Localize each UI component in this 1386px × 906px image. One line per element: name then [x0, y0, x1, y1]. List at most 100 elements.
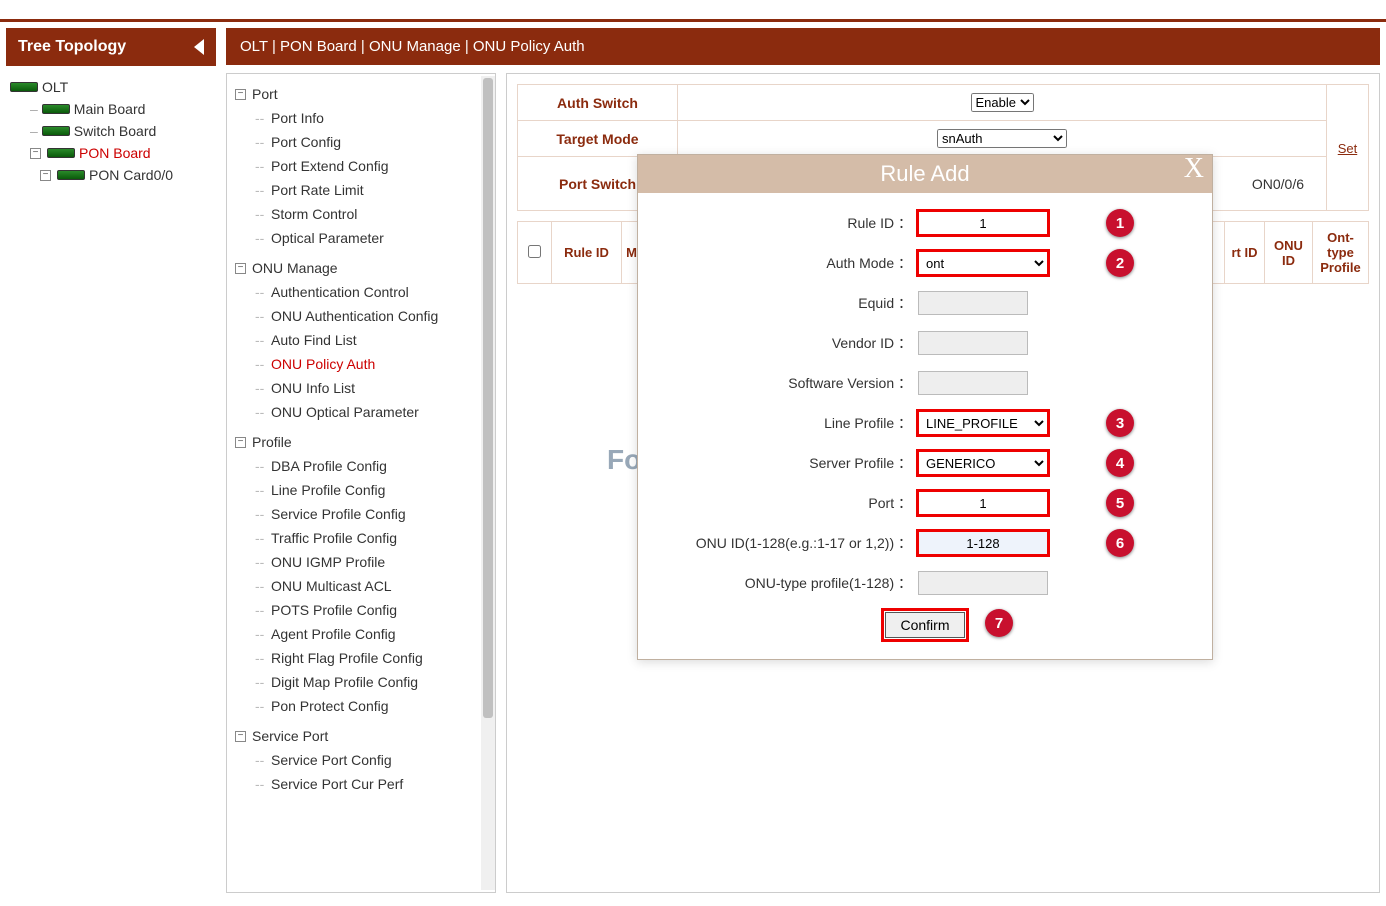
col-rt-id: rt ID: [1225, 222, 1265, 284]
minus-icon[interactable]: −: [40, 170, 51, 181]
port-input[interactable]: [918, 491, 1048, 515]
main-view: Auth Switch Enable Set Target Mode snAut…: [506, 73, 1380, 893]
nav-igmp[interactable]: ONU IGMP Profile: [227, 550, 495, 574]
onu-type-label: ONU-type profile(1-128): [745, 575, 894, 591]
scrollbar[interactable]: [481, 76, 495, 890]
callout-5: 5: [1106, 489, 1134, 517]
nav-agent[interactable]: Agent Profile Config: [227, 622, 495, 646]
tree-card-label: PON Card0/0: [89, 167, 173, 183]
nav-service-port[interactable]: −Service Port: [227, 724, 495, 748]
auth-switch-label: Auth Switch: [518, 85, 678, 121]
target-mode-label: Target Mode: [518, 121, 678, 157]
nav-storm[interactable]: Storm Control: [227, 202, 495, 226]
onu-type-input: [918, 571, 1048, 595]
nav-profile-label: Profile: [252, 434, 292, 450]
select-all-checkbox[interactable]: [528, 245, 541, 258]
col-ont-type: Ont-type Profile: [1313, 222, 1369, 284]
collapse-left-icon[interactable]: [194, 39, 204, 55]
sub-nav: −Port Port Info Port Config Port Extend …: [226, 73, 496, 893]
rule-id-input[interactable]: [918, 211, 1048, 235]
nav-onu-optical[interactable]: ONU Optical Parameter: [227, 400, 495, 424]
nav-svcport-label: Service Port: [252, 728, 328, 744]
callout-4: 4: [1106, 449, 1134, 477]
nav-onu-info[interactable]: ONU Info List: [227, 376, 495, 400]
tree-title: Tree Topology: [18, 38, 126, 56]
callout-3: 3: [1106, 409, 1134, 437]
board-icon: [42, 104, 70, 114]
tree-main-board[interactable]: – Main Board: [10, 98, 212, 120]
set-link[interactable]: Set: [1338, 141, 1358, 156]
line-profile-select[interactable]: LINE_PROFILE: [918, 411, 1048, 435]
software-version-label: Software Version: [788, 375, 894, 391]
rule-id-label: Rule ID: [847, 215, 894, 231]
server-profile-label: Server Profile: [809, 455, 894, 471]
nav-onu-manage[interactable]: −ONU Manage: [227, 256, 495, 280]
software-version-input: [918, 371, 1028, 395]
nav-onu-auth-cfg[interactable]: ONU Authentication Config: [227, 304, 495, 328]
target-mode-select[interactable]: snAuth: [937, 129, 1067, 148]
tree-switch-board[interactable]: – Switch Board: [10, 120, 212, 142]
server-profile-select[interactable]: GENERICO: [918, 451, 1048, 475]
onu-id-label: ONU ID(1-128(e.g.:1-17 or 1,2)): [696, 535, 894, 551]
nav-line[interactable]: Line Profile Config: [227, 478, 495, 502]
nav-port-config[interactable]: Port Config: [227, 130, 495, 154]
nav-pots[interactable]: POTS Profile Config: [227, 598, 495, 622]
nav-auth-ctrl[interactable]: Authentication Control: [227, 280, 495, 304]
tree-panel: Tree Topology OLT – Main Board – Switch …: [6, 28, 216, 893]
auth-mode-label: Auth Mode: [826, 255, 894, 271]
confirm-button[interactable]: Confirm: [885, 612, 964, 638]
callout-6: 6: [1106, 529, 1134, 557]
minus-icon[interactable]: −: [30, 148, 41, 159]
nav-rflag[interactable]: Right Flag Profile Config: [227, 646, 495, 670]
auth-switch-select[interactable]: Enable: [971, 93, 1034, 112]
tree-pon-label: PON Board: [79, 145, 151, 161]
tree-olt[interactable]: OLT: [10, 76, 212, 98]
tree-olt-label: OLT: [42, 79, 68, 95]
nav-auto-find[interactable]: Auto Find List: [227, 328, 495, 352]
breadcrumb: OLT | PON Board | ONU Manage | ONU Polic…: [226, 28, 1380, 65]
line-profile-label: Line Profile: [824, 415, 894, 431]
nav-policy-auth[interactable]: ONU Policy Auth: [227, 352, 495, 376]
callout-7: 7: [985, 609, 1013, 637]
scroll-thumb[interactable]: [483, 78, 493, 718]
nav-port-rate[interactable]: Port Rate Limit: [227, 178, 495, 202]
nav-port-label: Port: [252, 86, 278, 102]
modal-title: Rule Add: [880, 161, 969, 186]
nav-profile[interactable]: −Profile: [227, 430, 495, 454]
equid-input: [918, 291, 1028, 315]
tree-header: Tree Topology: [6, 28, 216, 66]
minus-icon[interactable]: −: [235, 731, 246, 742]
board-icon: [10, 82, 38, 92]
col-rule-id: Rule ID: [552, 222, 622, 284]
nav-svcport-perf[interactable]: Service Port Cur Perf: [227, 772, 495, 796]
board-icon: [57, 170, 85, 180]
minus-icon[interactable]: −: [235, 89, 246, 100]
nav-dmap[interactable]: Digit Map Profile Config: [227, 670, 495, 694]
minus-icon[interactable]: −: [235, 437, 246, 448]
tree-pon-card[interactable]: − PON Card0/0: [10, 164, 212, 186]
nav-ponprot[interactable]: Pon Protect Config: [227, 694, 495, 718]
nav-traffic[interactable]: Traffic Profile Config: [227, 526, 495, 550]
nav-onu-manage-label: ONU Manage: [252, 260, 338, 276]
nav-service[interactable]: Service Profile Config: [227, 502, 495, 526]
modal-header: Rule Add X: [638, 155, 1212, 193]
port-switch-value: ON0/0/6: [1252, 176, 1304, 192]
nav-port-info[interactable]: Port Info: [227, 106, 495, 130]
tree-pon-board[interactable]: − PON Board: [10, 142, 212, 164]
top-bar: [0, 0, 1386, 22]
nav-dba[interactable]: DBA Profile Config: [227, 454, 495, 478]
auth-mode-select[interactable]: ont: [918, 251, 1048, 275]
board-icon: [42, 126, 70, 136]
minus-icon[interactable]: −: [235, 263, 246, 274]
nav-port-extend[interactable]: Port Extend Config: [227, 154, 495, 178]
close-icon[interactable]: X: [1184, 153, 1204, 185]
board-icon: [47, 148, 75, 158]
onu-id-input[interactable]: [918, 531, 1048, 555]
nav-mcast[interactable]: ONU Multicast ACL: [227, 574, 495, 598]
nav-optical[interactable]: Optical Parameter: [227, 226, 495, 250]
nav-svcport-cfg[interactable]: Service Port Config: [227, 748, 495, 772]
vendor-id-label: Vendor ID: [832, 335, 894, 351]
rule-add-modal: Rule Add X Rule ID ： 1 Auth Mode ： ont 2: [637, 154, 1213, 660]
port-label: Port: [868, 495, 894, 511]
nav-port[interactable]: −Port: [227, 82, 495, 106]
